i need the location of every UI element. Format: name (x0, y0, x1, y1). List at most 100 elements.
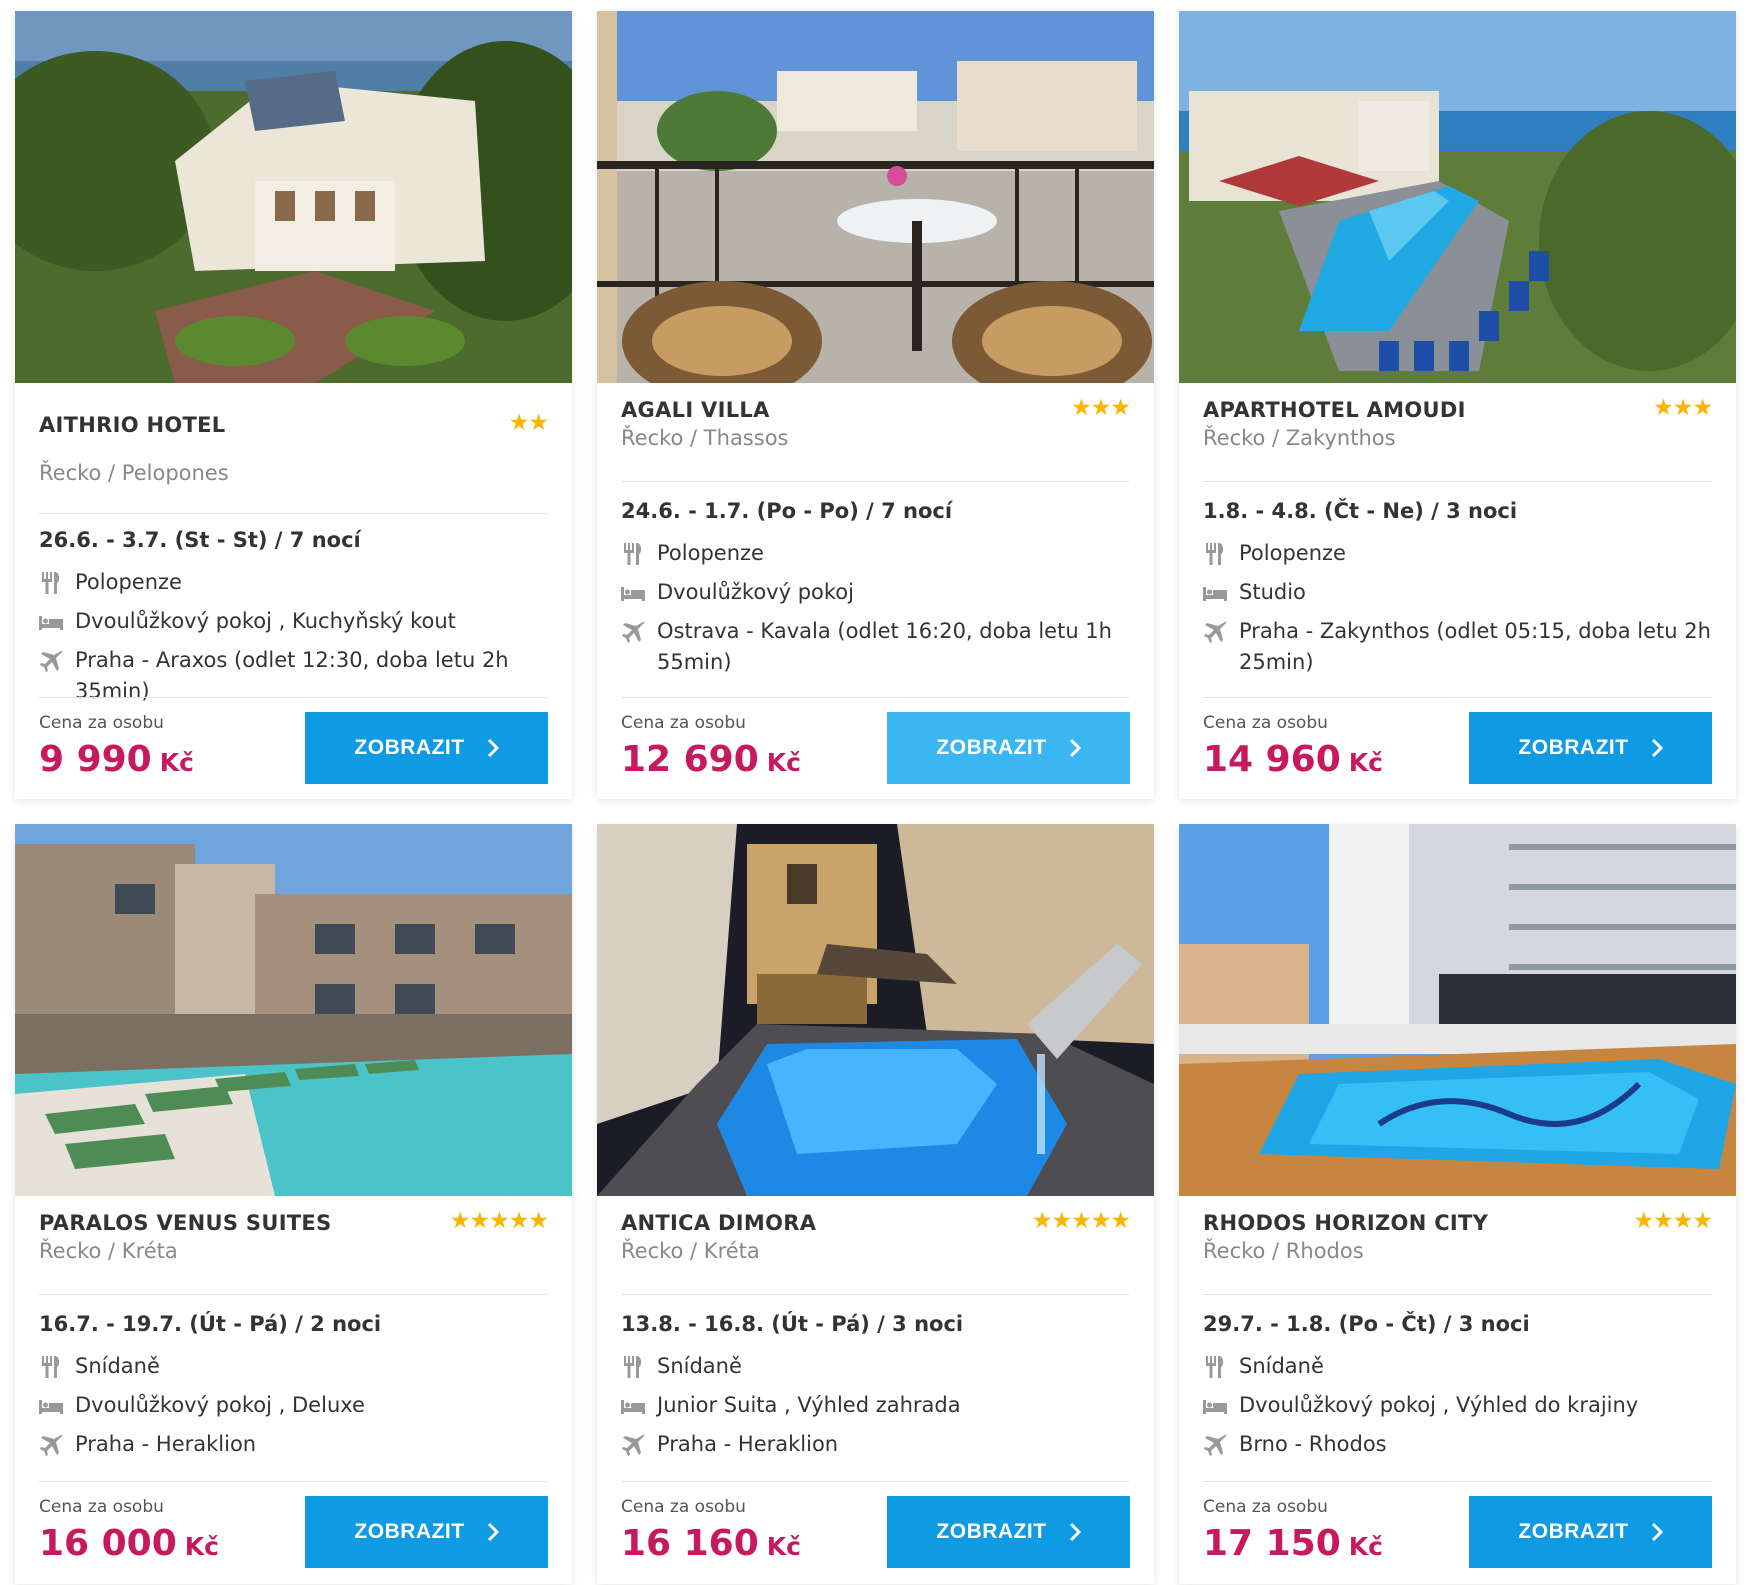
flight-text: Praha - Heraklion (657, 1432, 839, 1456)
star-rating: ★★ (508, 410, 549, 436)
price: 14 960 Kč (1203, 739, 1383, 780)
hotel-location: Řecko / Thassos (621, 426, 789, 450)
hotel-photo[interactable] (597, 824, 1154, 1196)
show-button[interactable]: ZOBRAZIT (1469, 1496, 1712, 1568)
bed-icon (39, 616, 63, 630)
trip-dates: 26.6. - 3.7. (St - St) / 7 nocí (39, 528, 361, 552)
flight-row: Brno - Rhodos (1203, 1429, 1712, 1460)
board-text: Snídaně (1239, 1354, 1324, 1378)
hotel-card: AITHRIO HOTEL ★★ Řecko / Pelopones 26.6.… (15, 11, 572, 799)
board-row: Snídaně (621, 1351, 1130, 1382)
room-text: Junior Suita , Výhled zahrada (657, 1393, 961, 1417)
board-row: Polopenze (621, 538, 1130, 569)
price-currency: Kč (159, 748, 194, 777)
hotel-name[interactable]: AITHRIO HOTEL (39, 413, 226, 437)
trip-dates: 13.8. - 16.8. (Út - Pá) / 3 noci (621, 1312, 964, 1336)
flight-text: Praha - Zakynthos (odlet 05:15, doba let… (1239, 619, 1711, 674)
chevron-right-icon (487, 739, 499, 757)
divider (1203, 1481, 1712, 1482)
star-rating: ★★★★★ (449, 1208, 549, 1234)
board-row: Snídaně (1203, 1351, 1712, 1382)
hotel-photo[interactable] (597, 11, 1154, 383)
price-label: Cena za osobu (621, 1497, 746, 1517)
hotel-card: APARTHOTEL AMOUDI ★★★ Řecko / Zakynthos … (1179, 11, 1736, 799)
trip-dates: 29.7. - 1.8. (Po - Čt) / 3 noci (1203, 1312, 1530, 1336)
hotel-location: Řecko / Pelopones (39, 461, 229, 485)
price-label: Cena za osobu (1203, 1497, 1328, 1517)
flight-row: Praha - Heraklion (621, 1429, 1130, 1460)
price: 12 690 Kč (621, 739, 801, 780)
price-amount: 14 960 (1203, 739, 1341, 780)
price-amount: 16 000 (39, 1523, 177, 1564)
divider (621, 1294, 1130, 1295)
price-amount: 16 160 (621, 1523, 759, 1564)
plane-icon (622, 1434, 645, 1456)
show-button[interactable]: ZOBRAZIT (887, 1496, 1130, 1568)
star-rating: ★★★★★ (1031, 1208, 1131, 1234)
bed-icon (1203, 587, 1227, 601)
price-label: Cena za osobu (621, 713, 746, 733)
room-row: Studio (1203, 577, 1712, 608)
room-row: Dvoulůžkový pokoj , Kuchyňský kout (39, 606, 548, 637)
star-rating: ★★★ (1653, 395, 1713, 421)
plane-icon (40, 650, 63, 672)
fork-knife-icon (1206, 1356, 1224, 1378)
hotel-photo[interactable] (1179, 11, 1736, 383)
show-button-label: ZOBRAZIT (1518, 736, 1629, 759)
board-row: Polopenze (1203, 538, 1712, 569)
hotel-location: Řecko / Zakynthos (1203, 426, 1396, 450)
show-button[interactable]: ZOBRAZIT (305, 1496, 548, 1568)
trip-dates: 16.7. - 19.7. (Út - Pá) / 2 noci (39, 1312, 382, 1336)
fork-knife-icon (42, 1356, 60, 1378)
price-currency: Kč (766, 1532, 801, 1561)
hotel-photo[interactable] (1179, 824, 1736, 1196)
show-button-label: ZOBRAZIT (354, 1520, 465, 1543)
hotel-name[interactable]: APARTHOTEL AMOUDI (1203, 398, 1466, 422)
divider (1203, 481, 1712, 482)
board-text: Polopenze (1239, 541, 1346, 565)
hotel-name[interactable]: AGALI VILLA (621, 398, 770, 422)
flight-row: Praha - Zakynthos (odlet 05:15, doba let… (1203, 616, 1712, 678)
show-button-label: ZOBRAZIT (936, 736, 1047, 759)
price-amount: 9 990 (39, 739, 152, 780)
hotel-name[interactable]: ANTICA DIMORA (621, 1211, 816, 1235)
show-button[interactable]: ZOBRAZIT (887, 712, 1130, 784)
hotel-card: RHODOS HORIZON CITY ★★★★ Řecko / Rhodos … (1179, 824, 1736, 1584)
show-button-label: ZOBRAZIT (354, 736, 465, 759)
divider (621, 1481, 1130, 1482)
price-currency: Kč (766, 748, 801, 777)
board-row: Polopenze (39, 567, 548, 598)
hotel-location: Řecko / Kréta (621, 1239, 760, 1263)
hotel-location: Řecko / Kréta (39, 1239, 178, 1263)
trip-dates: 24.6. - 1.7. (Po - Po) / 7 nocí (621, 499, 953, 523)
show-button-label: ZOBRAZIT (936, 1520, 1047, 1543)
chevron-right-icon (1651, 739, 1663, 757)
divider (621, 481, 1130, 482)
show-button-label: ZOBRAZIT (1518, 1520, 1629, 1543)
room-row: Dvoulůžkový pokoj , Deluxe (39, 1390, 548, 1421)
hotel-grid: AITHRIO HOTEL ★★ Řecko / Pelopones 26.6.… (15, 11, 1736, 1584)
price: 9 990 Kč (39, 739, 194, 780)
show-button[interactable]: ZOBRAZIT (305, 712, 548, 784)
star-rating: ★★★ (1071, 395, 1131, 421)
room-row: Dvoulůžkový pokoj , Výhled do krajiny (1203, 1390, 1712, 1421)
room-row: Dvoulůžkový pokoj (621, 577, 1130, 608)
fork-knife-icon (42, 572, 60, 594)
room-text: Studio (1239, 580, 1306, 604)
board-row: Snídaně (39, 1351, 548, 1382)
hotel-name[interactable]: RHODOS HORIZON CITY (1203, 1211, 1488, 1235)
hotel-photo[interactable] (15, 11, 572, 383)
price: 17 150 Kč (1203, 1523, 1383, 1564)
flight-text: Praha - Heraklion (75, 1432, 257, 1456)
hotel-location: Řecko / Rhodos (1203, 1239, 1364, 1263)
hotel-card: ANTICA DIMORA ★★★★★ Řecko / Kréta 13.8. … (597, 824, 1154, 1584)
board-text: Polopenze (75, 570, 182, 594)
hotel-photo[interactable] (15, 824, 572, 1196)
divider (39, 513, 548, 514)
room-text: Dvoulůžkový pokoj , Deluxe (75, 1393, 365, 1417)
hotel-name[interactable]: PARALOS VENUS SUITES (39, 1211, 332, 1235)
flight-row: Ostrava - Kavala (odlet 16:20, doba letu… (621, 616, 1130, 678)
bed-icon (39, 1400, 63, 1414)
show-button[interactable]: ZOBRAZIT (1469, 712, 1712, 784)
bed-icon (621, 587, 645, 601)
